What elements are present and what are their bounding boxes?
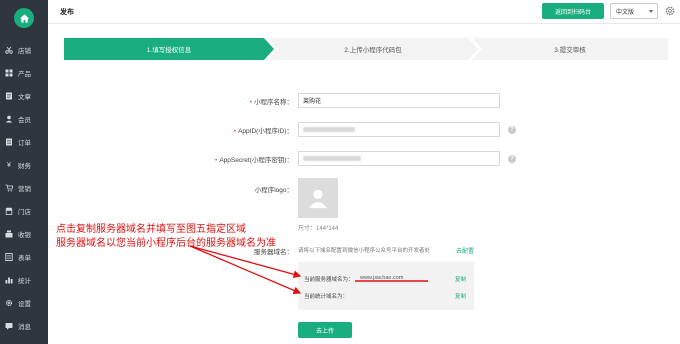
document-icon xyxy=(5,92,13,100)
sidebar-item-stats[interactable]: 统计 xyxy=(0,270,48,290)
language-select[interactable]: 中文版 xyxy=(610,3,658,19)
stats-domain-row-label: 当前统计域名为： xyxy=(304,294,349,300)
message-icon xyxy=(5,322,13,330)
sidebar-item-store[interactable]: 店铺 xyxy=(0,40,48,60)
page-title: 发布 xyxy=(60,9,74,16)
sidebar-item-label: 文章 xyxy=(18,94,31,101)
sidebar-item-label: 消息 xyxy=(18,324,31,331)
step-fill-auth-info: 1.填写授权信息 xyxy=(64,38,274,60)
step-submit-review: 3.提交审核 xyxy=(472,38,668,60)
redacted-value xyxy=(303,127,355,132)
sidebar-item-label: 订单 xyxy=(18,140,31,147)
appid-input[interactable] xyxy=(298,122,500,137)
chevron-down-icon xyxy=(649,10,653,13)
name-value: 莱购花 xyxy=(303,99,322,105)
help-icon[interactable]: ? xyxy=(508,155,516,163)
sidebar-item-orders[interactable]: 订单 xyxy=(0,132,48,152)
redacted-value xyxy=(303,156,361,161)
sidebar-item-stores[interactable]: 门店 xyxy=(0,201,48,221)
logo-size-hint: 尺寸：144*144 xyxy=(298,226,339,232)
home-icon xyxy=(14,8,34,28)
required-mark: • xyxy=(233,128,237,135)
sidebar-item-marketing[interactable]: 营销 xyxy=(0,178,48,198)
gear-icon xyxy=(5,299,13,307)
sidebar-item-finance[interactable]: ¥ 财务 xyxy=(0,155,48,175)
bar-chart-icon xyxy=(5,276,13,284)
appsecret-input[interactable] xyxy=(298,151,500,166)
sidebar-item-messages[interactable]: 消息 xyxy=(0,316,48,336)
annotation-line-2: 服务器域名以您当前小程序后台的服务器域名为准 xyxy=(56,238,276,249)
sidebar-item-label: 收银 xyxy=(18,232,31,239)
step-upload-package: 2.上传小程序代码包 xyxy=(268,38,478,60)
sidebar-item-label: 财务 xyxy=(18,163,31,170)
language-value: 中文版 xyxy=(616,9,635,16)
copy-stats-domain-link[interactable]: 复制 xyxy=(455,292,466,300)
cashier-icon xyxy=(5,230,13,238)
sidebar-item-label: 店铺 xyxy=(18,48,31,55)
copy-server-domain-link[interactable]: 复制 xyxy=(455,275,466,283)
progress-steps: 1.填写授权信息 2.上传小程序代码包 3.提交审核 xyxy=(64,38,668,60)
grid-icon xyxy=(5,69,13,77)
appid-label: • AppID(小程序ID)： xyxy=(233,128,293,135)
sidebar-item-label: 产品 xyxy=(18,71,31,78)
avatar-placeholder-icon xyxy=(308,189,328,209)
sidebar-item-members[interactable]: 会员 xyxy=(0,109,48,129)
sidebar-item-products[interactable]: 产品 xyxy=(0,63,48,83)
back-to-scan-button[interactable]: 返回到扫码台 xyxy=(542,3,604,19)
list-icon xyxy=(5,138,13,146)
mini-program-name-input[interactable]: 莱购花 xyxy=(298,93,500,108)
sidebar-item-label: 表单 xyxy=(18,255,31,262)
required-mark: • xyxy=(215,157,218,164)
name-label: • 小程序名称： xyxy=(249,99,293,106)
form-icon xyxy=(5,253,13,261)
sidebar-item-settings[interactable]: 设置 xyxy=(0,293,48,313)
server-domain-panel: 当前服务器域名为： www.jsw.hao.com 复制 当前统计域名为： 复制 xyxy=(298,262,474,310)
sidebar-item-label: 门店 xyxy=(18,209,31,216)
appsecret-label: • AppSecret(小程序密钥)： xyxy=(215,157,293,164)
server-domain-row-label: 当前服务器域名为： xyxy=(304,277,354,283)
user-icon xyxy=(5,115,13,123)
yen-icon: ¥ xyxy=(7,161,11,169)
upload-button[interactable]: 去上传 xyxy=(298,322,352,338)
scissors-icon xyxy=(5,46,13,54)
server-hint: 请将以下域名配置到微信小程序公众号平台的开发者处 xyxy=(298,248,431,254)
store-icon xyxy=(5,207,13,215)
sidebar-item-articles[interactable]: 文章 xyxy=(0,86,48,106)
annotation-line-1: 点击复制服务器域名并填写至图五指定区域 xyxy=(56,224,246,235)
logo-upload[interactable] xyxy=(298,178,338,218)
server-domain-value: www.jsw.hao.com xyxy=(360,275,404,281)
sidebar-item-label: 设置 xyxy=(18,301,31,308)
sidebar: 店铺 产品 文章 会员 订单 ¥ 财务 营销 门店 收银 表单 统计 设置 消息 xyxy=(0,0,48,344)
sidebar-item-cashier[interactable]: 收银 xyxy=(0,224,48,244)
refresh-settings-icon[interactable] xyxy=(663,4,677,18)
logo-label: 小程序logo： xyxy=(254,187,293,194)
sidebar-item-forms[interactable]: 表单 xyxy=(0,247,48,267)
cart-icon xyxy=(5,184,13,192)
required-mark: • xyxy=(249,99,252,106)
configure-link[interactable]: 去配置 xyxy=(456,246,474,255)
help-icon[interactable]: ? xyxy=(508,126,516,134)
sidebar-item-label: 营销 xyxy=(18,186,31,193)
top-header: 发布 返回到扫码台 中文版 xyxy=(48,0,680,24)
sidebar-item-label: 会员 xyxy=(18,117,31,124)
sidebar-item-label: 统计 xyxy=(18,278,31,285)
logo[interactable] xyxy=(0,0,48,36)
